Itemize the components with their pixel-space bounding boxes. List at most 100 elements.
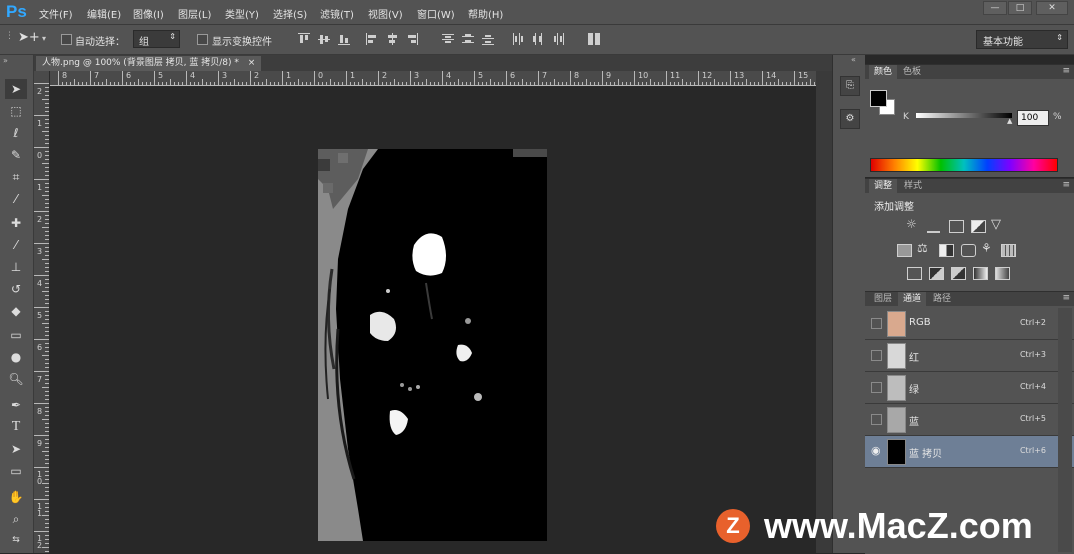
channel-mixer-icon[interactable]: ⚘ (981, 241, 992, 255)
menu-layer[interactable]: 图层(L) (178, 6, 211, 21)
zoom-tool-icon[interactable]: ⌕ (5, 509, 27, 529)
expand-arrows-icon[interactable]: » (3, 56, 8, 65)
maximize-button[interactable]: □ (1008, 1, 1032, 15)
show-transform-checkbox[interactable] (197, 34, 208, 45)
eraser-tool-icon[interactable]: ◆ (5, 301, 27, 321)
menu-file[interactable]: 文件(F) (39, 6, 73, 21)
k-slider-track[interactable] (916, 113, 1012, 118)
minimize-button[interactable]: — (983, 1, 1007, 15)
distribute-vcenter-icon[interactable] (462, 33, 474, 45)
type-tool-icon[interactable]: T (5, 417, 27, 437)
shape-tool-icon[interactable]: ▭ (5, 461, 27, 481)
align-bottom-icon[interactable] (338, 33, 350, 45)
pen-tool-icon[interactable]: ✒ (5, 395, 27, 415)
invert-icon[interactable] (907, 267, 922, 280)
threshold-icon[interactable] (951, 267, 966, 280)
path-select-tool-icon[interactable]: ➤ (5, 439, 27, 459)
channel-row-blue-copy[interactable]: ◉ 蓝 拷贝 Ctrl+6 (865, 436, 1074, 468)
panel-menu-icon[interactable]: ≡ (1062, 66, 1070, 76)
hue-saturation-icon[interactable] (897, 244, 912, 257)
workspace-dropdown[interactable]: 基本功能 ⇕ (976, 30, 1068, 49)
k-value-input[interactable]: 100 (1017, 110, 1049, 126)
menu-view[interactable]: 视图(V) (368, 6, 403, 21)
lasso-tool-icon[interactable]: ℓ (5, 123, 27, 143)
brightness-icon[interactable]: ☼ (906, 217, 917, 231)
menu-edit[interactable]: 编辑(E) (87, 6, 121, 21)
marquee-tool-icon[interactable]: ⬚ (5, 101, 27, 121)
document-tab[interactable]: 人物.png @ 100% (背景图层 拷贝, 蓝 拷贝/8) * × (36, 56, 262, 71)
selective-color-icon[interactable] (973, 267, 988, 280)
channel-row-rgb[interactable]: RGB Ctrl+2 (865, 308, 1074, 340)
levels-icon[interactable] (927, 220, 940, 233)
channel-row-blue[interactable]: 蓝 Ctrl+5 (865, 404, 1074, 436)
tab-styles[interactable]: 样式 (899, 179, 927, 193)
color-ramp[interactable] (870, 158, 1058, 172)
visibility-toggle[interactable] (871, 350, 882, 361)
menu-select[interactable]: 选择(S) (273, 6, 307, 21)
move-tool-preset-icon[interactable]: ➤+ (18, 30, 40, 45)
panel-menu-icon[interactable]: ≡ (1062, 180, 1070, 190)
image-document[interactable] (318, 149, 547, 541)
tab-paths[interactable]: 路径 (928, 292, 956, 306)
swap-colors-icon[interactable]: ⇆ (5, 530, 27, 550)
tab-layers[interactable]: 图层 (869, 292, 897, 306)
posterize-icon[interactable] (929, 267, 944, 280)
chevron-down-icon[interactable]: ▾ (42, 34, 46, 43)
exposure-icon[interactable] (971, 220, 986, 233)
gradient-map-icon[interactable] (995, 267, 1010, 280)
menu-image[interactable]: 图像(I) (133, 6, 164, 21)
align-right-icon[interactable] (406, 33, 418, 45)
tab-adjustments[interactable]: 调整 (869, 179, 898, 193)
close-window-button[interactable]: ✕ (1036, 1, 1068, 15)
visibility-toggle[interactable] (871, 414, 882, 425)
collapse-arrows-icon[interactable]: « (851, 55, 856, 64)
color-lookup-icon[interactable] (1001, 244, 1016, 257)
distribute-hcenter-icon[interactable] (532, 33, 544, 45)
align-hcenter-icon[interactable] (386, 33, 398, 45)
visibility-toggle[interactable] (871, 318, 882, 329)
foreground-color-swatch[interactable] (870, 90, 887, 107)
photo-filter-icon[interactable] (961, 244, 976, 257)
slider-handle-icon[interactable]: ▲ (1007, 117, 1012, 125)
align-vcenter-icon[interactable] (318, 33, 330, 45)
crop-tool-icon[interactable]: ⌗ (5, 167, 27, 187)
auto-select-dropdown[interactable]: 组 ⇕ (133, 30, 180, 48)
close-tab-icon[interactable]: × (248, 58, 256, 68)
black-white-icon[interactable] (939, 244, 954, 257)
channel-row-red[interactable]: 红 Ctrl+3 (865, 340, 1074, 372)
menu-type[interactable]: 类型(Y) (225, 6, 259, 21)
gradient-tool-icon[interactable]: ▭ (5, 325, 27, 345)
eyedropper-tool-icon[interactable]: ⁄ (5, 189, 27, 209)
menu-help[interactable]: 帮助(H) (468, 6, 503, 21)
eye-icon[interactable]: ◉ (871, 445, 881, 456)
auto-select-checkbox[interactable] (61, 34, 72, 45)
move-tool-icon[interactable]: ➤ (5, 79, 27, 99)
blur-tool-icon[interactable]: ● (5, 347, 27, 367)
channel-row-green[interactable]: 绿 Ctrl+4 (865, 372, 1074, 404)
tab-color[interactable]: 颜色 (869, 65, 898, 79)
vertical-scrollbar[interactable] (816, 71, 832, 553)
menu-window[interactable]: 窗口(W) (417, 6, 455, 21)
panel-menu-icon[interactable]: ≡ (1062, 293, 1070, 303)
distribute-left-icon[interactable] (512, 33, 524, 45)
clone-stamp-tool-icon[interactable]: ⊥ (5, 257, 27, 277)
properties-panel-icon[interactable]: ⚙ (840, 109, 860, 129)
curves-icon[interactable] (949, 220, 964, 233)
dodge-tool-icon[interactable]: 🔍︎ (5, 369, 27, 389)
align-top-icon[interactable] (298, 33, 310, 45)
vibrance-icon[interactable]: ▽ (991, 217, 1001, 232)
quick-select-tool-icon[interactable]: ✎ (5, 145, 27, 165)
healing-brush-tool-icon[interactable]: ✚ (5, 213, 27, 233)
color-balance-icon[interactable]: ⚖ (917, 241, 928, 255)
channels-scrollbar[interactable] (1058, 308, 1072, 552)
distribute-top-icon[interactable] (442, 33, 454, 45)
menu-filter[interactable]: 滤镜(T) (320, 6, 354, 21)
hand-tool-icon[interactable]: ✋ (5, 487, 27, 507)
tab-channels[interactable]: 通道 (898, 292, 927, 306)
history-panel-icon[interactable]: ⎘ (840, 76, 860, 96)
distribute-bottom-icon[interactable] (482, 33, 494, 45)
history-brush-tool-icon[interactable]: ↺ (5, 279, 27, 299)
brush-tool-icon[interactable]: ⁄ (5, 235, 27, 255)
auto-align-icon[interactable] (588, 33, 600, 45)
align-left-icon[interactable] (366, 33, 378, 45)
